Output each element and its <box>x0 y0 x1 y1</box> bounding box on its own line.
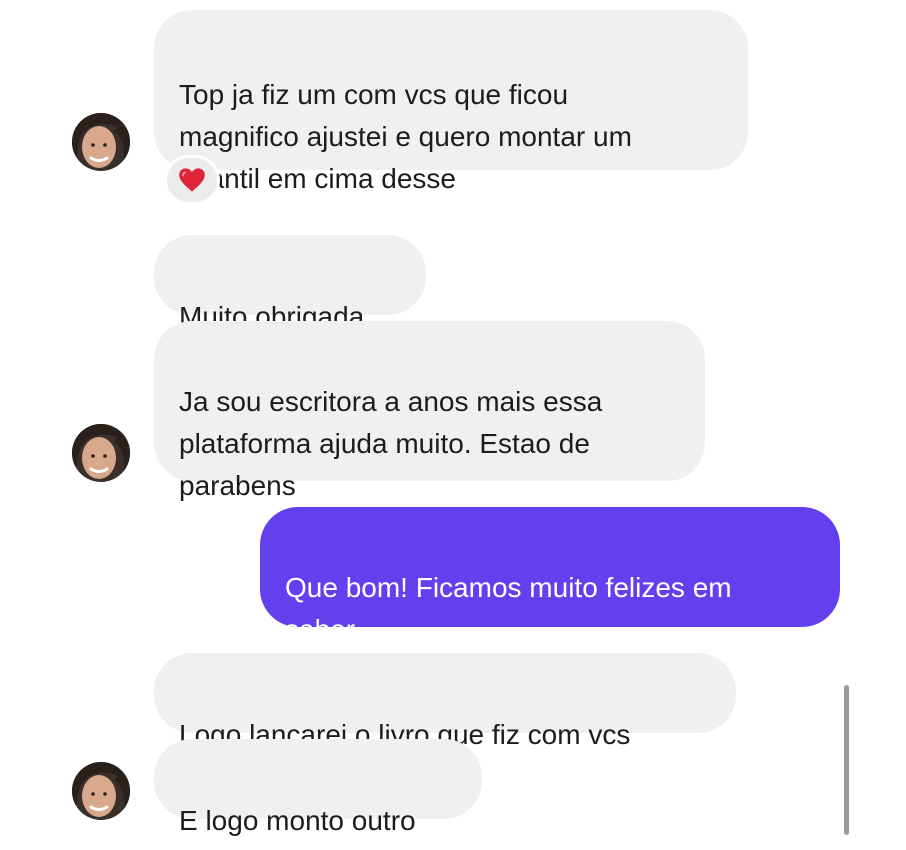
avatar[interactable] <box>72 424 130 482</box>
message-bubble-6[interactable]: E logo monto outro <box>154 739 482 836</box>
message-bubble-1[interactable]: Top ja fiz um com vcs que ficou magnific… <box>154 10 748 194</box>
avatar[interactable] <box>72 113 130 171</box>
message-bubble-4-outgoing[interactable]: Que bom! Ficamos muito felizes em saber <box>260 507 840 812</box>
message-bubble-3[interactable]: Ja sou escritora a anos mais essa plataf… <box>154 321 705 501</box>
message-text: Top ja fiz um com vcs que ficou magnific… <box>179 79 632 194</box>
message-text: E logo monto outro <box>179 805 416 836</box>
avatar[interactable] <box>72 762 130 820</box>
message-text: Ja sou escritora a anos mais essa plataf… <box>179 386 603 501</box>
message-text: Que bom! Ficamos muito felizes em saber <box>285 572 732 645</box>
message-bubble-2[interactable]: Muito obrigada <box>154 235 426 332</box>
message-bubble-5[interactable]: Logo lançarei o livro que fiz com vcs <box>154 653 736 750</box>
heart-icon <box>179 168 205 192</box>
reaction-badge[interactable] <box>164 155 220 205</box>
scrollbar[interactable] <box>844 685 849 835</box>
